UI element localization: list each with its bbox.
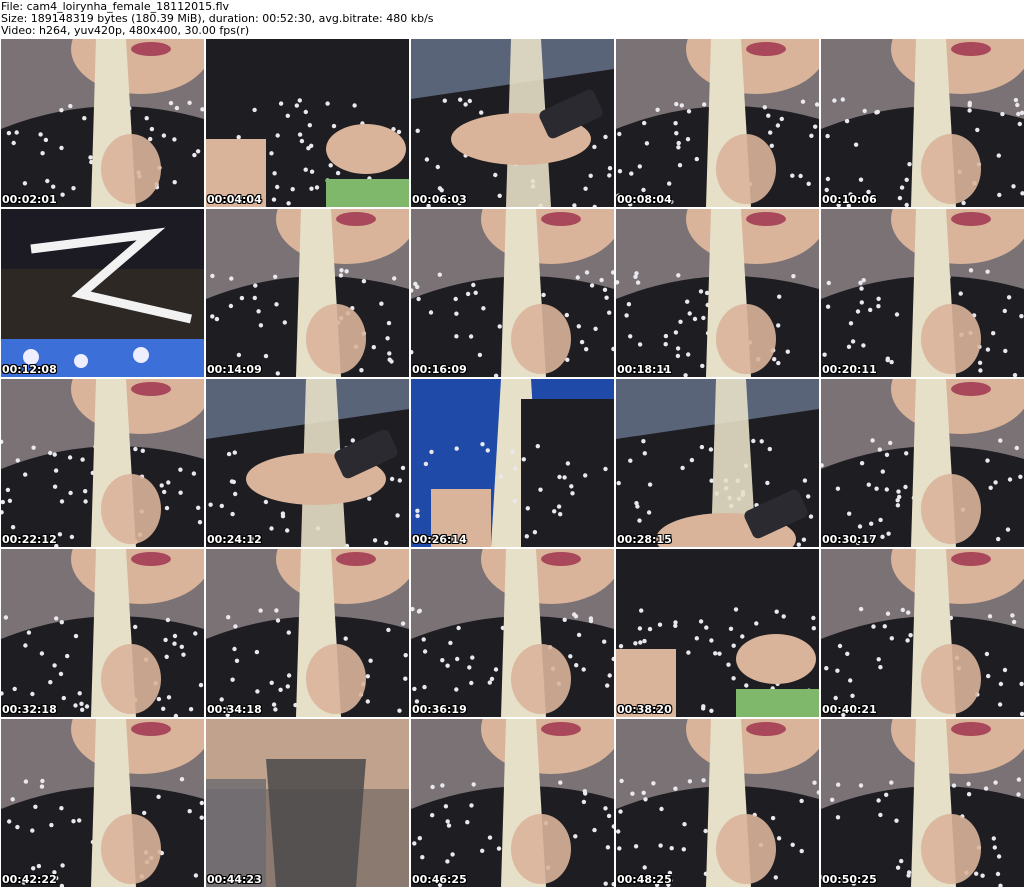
video-thumbnail: 00:16:09 (411, 209, 614, 377)
thumbnail-timestamp: 00:22:12 (2, 533, 57, 546)
thumbnail-timestamp: 00:38:20 (617, 703, 672, 716)
frame-image (411, 39, 614, 207)
video-thumbnail: 00:26:14 (411, 379, 614, 547)
frame-image (206, 719, 409, 887)
video-thumbnail: 00:06:03 (411, 39, 614, 207)
thumbnail-timestamp: 00:28:15 (617, 533, 672, 546)
video-thumbnail: 00:20:11 (821, 209, 1024, 377)
thumbnail-timestamp: 00:04:04 (207, 193, 262, 206)
thumbnail-timestamp: 00:12:08 (2, 363, 57, 376)
video-thumbnail: 00:40:21 (821, 549, 1024, 717)
video-thumbnail: 00:38:20 (616, 549, 819, 717)
frame-image (411, 379, 614, 547)
video-thumbnail: 00:12:08 (1, 209, 204, 377)
video-thumbnail: 00:44:23 (206, 719, 409, 887)
frame-image (1, 549, 204, 717)
video-info-line: Video: h264, yuv420p, 480x400, 30.00 fps… (1, 24, 250, 37)
frame-image (411, 719, 614, 887)
frame-image (411, 209, 614, 377)
thumbnail-timestamp: 00:42:22 (2, 873, 57, 886)
video-thumbnail: 00:28:15 (616, 379, 819, 547)
video-thumbnail: 00:14:09 (206, 209, 409, 377)
video-thumbnail: 00:30:17 (821, 379, 1024, 547)
frame-image (821, 39, 1024, 207)
video-thumbnail: 00:36:19 (411, 549, 614, 717)
frame-image (821, 719, 1024, 887)
frame-image (821, 549, 1024, 717)
frame-image (616, 39, 819, 207)
thumbnail-timestamp: 00:44:23 (207, 873, 262, 886)
thumbnail-timestamp: 00:14:09 (207, 363, 262, 376)
frame-image (616, 719, 819, 887)
thumbnail-timestamp: 00:30:17 (822, 533, 877, 546)
thumbnail-timestamp: 00:32:18 (2, 703, 57, 716)
thumbnail-timestamp: 00:18:11 (617, 363, 672, 376)
thumbnail-timestamp: 00:36:19 (412, 703, 467, 716)
thumbnail-timestamp: 00:46:25 (412, 873, 467, 886)
frame-image (616, 209, 819, 377)
frame-image (1, 39, 204, 207)
video-thumbnail: 00:46:25 (411, 719, 614, 887)
info-header: File: cam4_loirynha_female_18112015.flv … (0, 0, 1024, 39)
video-thumbnail: 00:24:12 (206, 379, 409, 547)
frame-image (206, 379, 409, 547)
frame-image (1, 209, 204, 377)
video-thumbnail: 00:18:11 (616, 209, 819, 377)
frame-image (206, 39, 409, 207)
frame-image (1, 379, 204, 547)
thumbnail-timestamp: 00:24:12 (207, 533, 262, 546)
video-thumbnail: 00:08:04 (616, 39, 819, 207)
thumbnail-timestamp: 00:02:01 (2, 193, 57, 206)
video-thumbnail: 00:02:01 (1, 39, 204, 207)
thumbnail-timestamp: 00:16:09 (412, 363, 467, 376)
thumbnail-timestamp: 00:08:04 (617, 193, 672, 206)
video-thumbnail: 00:50:25 (821, 719, 1024, 887)
frame-image (206, 209, 409, 377)
video-thumbnail: 00:22:12 (1, 379, 204, 547)
thumbnail-timestamp: 00:48:25 (617, 873, 672, 886)
video-thumbnail: 00:34:18 (206, 549, 409, 717)
frame-image (206, 549, 409, 717)
video-thumbnail: 00:04:04 (206, 39, 409, 207)
thumbnail-grid: 00:02:01 00:04:04 00:06:03 00:08:04 00:10:06… (1, 39, 1024, 889)
thumbnail-timestamp: 00:06:03 (412, 193, 467, 206)
video-thumbnail: 00:42:22 (1, 719, 204, 887)
frame-image (411, 549, 614, 717)
thumbnail-timestamp: 00:40:21 (822, 703, 877, 716)
thumbnail-timestamp: 00:20:11 (822, 363, 877, 376)
thumbnail-timestamp: 00:26:14 (412, 533, 467, 546)
frame-image (616, 549, 819, 717)
video-thumbnail: 00:32:18 (1, 549, 204, 717)
frame-image (616, 379, 819, 547)
video-thumbnail: 00:10:06 (821, 39, 1024, 207)
thumbnail-timestamp: 00:50:25 (822, 873, 877, 886)
thumbnail-timestamp: 00:10:06 (822, 193, 877, 206)
frame-image (1, 719, 204, 887)
video-thumbnail: 00:48:25 (616, 719, 819, 887)
frame-image (821, 209, 1024, 377)
thumbnail-timestamp: 00:34:18 (207, 703, 262, 716)
frame-image (821, 379, 1024, 547)
